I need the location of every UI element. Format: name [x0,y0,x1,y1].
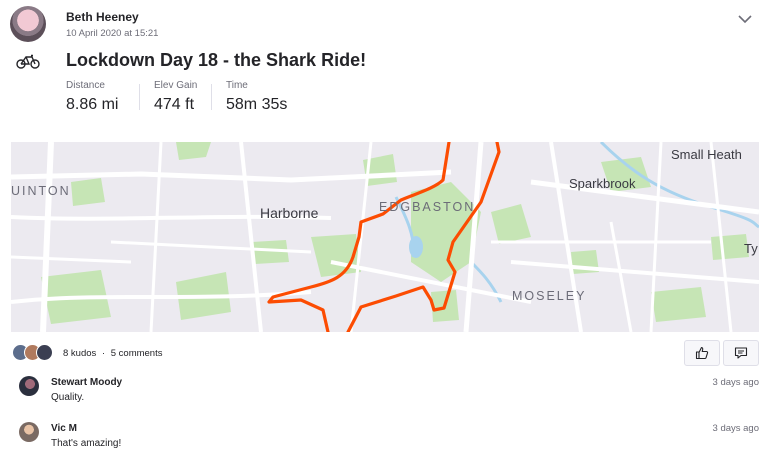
athlete-name[interactable]: Beth Heeney [66,10,139,24]
stat-elev-gain: Elev Gain 474 ft [154,80,197,114]
route-map[interactable]: Small Heath Sparkbrook EDGBASTON Harborn… [11,142,759,332]
comment-avatar[interactable] [19,422,39,442]
stat-divider [139,84,140,110]
bike-icon [16,54,40,69]
map-label-tyseley: Ty [744,241,758,256]
map-label-edgbaston: EDGBASTON [379,200,476,214]
kudos-summary[interactable]: 8 kudos · 5 comments [63,348,162,359]
activity-title[interactable]: Lockdown Day 18 - the Shark Ride! [66,50,366,71]
kudos-avatar [36,344,53,361]
map-label-quinton: UINTON [11,184,71,198]
comment-icon [734,347,748,359]
comment-avatar[interactable] [19,376,39,396]
map-label-sparkbrook: Sparkbrook [569,176,636,191]
stat-label: Distance [66,80,105,91]
comment-button[interactable] [723,340,759,366]
kudos-avatars[interactable] [12,344,60,362]
give-kudos-button[interactable] [684,340,720,366]
map-label-harborne: Harborne [260,205,319,221]
comment-text: That's amazing! [51,438,122,449]
stat-value: 58m 35s [226,96,288,113]
map-reservoir [409,236,423,258]
thumbs-up-icon [695,346,709,360]
map-label-moseley: MOSELEY [512,289,587,303]
comment-text: Quality. [51,392,85,403]
chevron-down-icon[interactable] [736,10,754,28]
stat-time: Time 58m 35s [226,80,287,114]
map-canvas [11,142,759,332]
stat-value: 8.86 mi [66,96,119,113]
map-label-small-heath: Small Heath [671,147,742,162]
comment-timestamp: 3 days ago [712,423,759,434]
comment-author[interactable]: Vic M [51,423,77,434]
stat-label: Time [226,80,248,91]
comment-author[interactable]: Stewart Moody [51,377,122,388]
stat-label: Elev Gain [154,80,198,91]
athlete-avatar[interactable] [10,6,46,42]
comment-timestamp: 3 days ago [712,377,759,388]
activity-date: 10 April 2020 at 15:21 [66,28,159,39]
kudos-count[interactable]: 8 kudos [63,348,96,359]
stat-distance: Distance 8.86 mi [66,80,118,114]
stat-divider [211,84,212,110]
stat-value: 474 ft [154,96,195,113]
separator-dot: · [101,348,106,359]
comments-count[interactable]: 5 comments [111,348,163,359]
